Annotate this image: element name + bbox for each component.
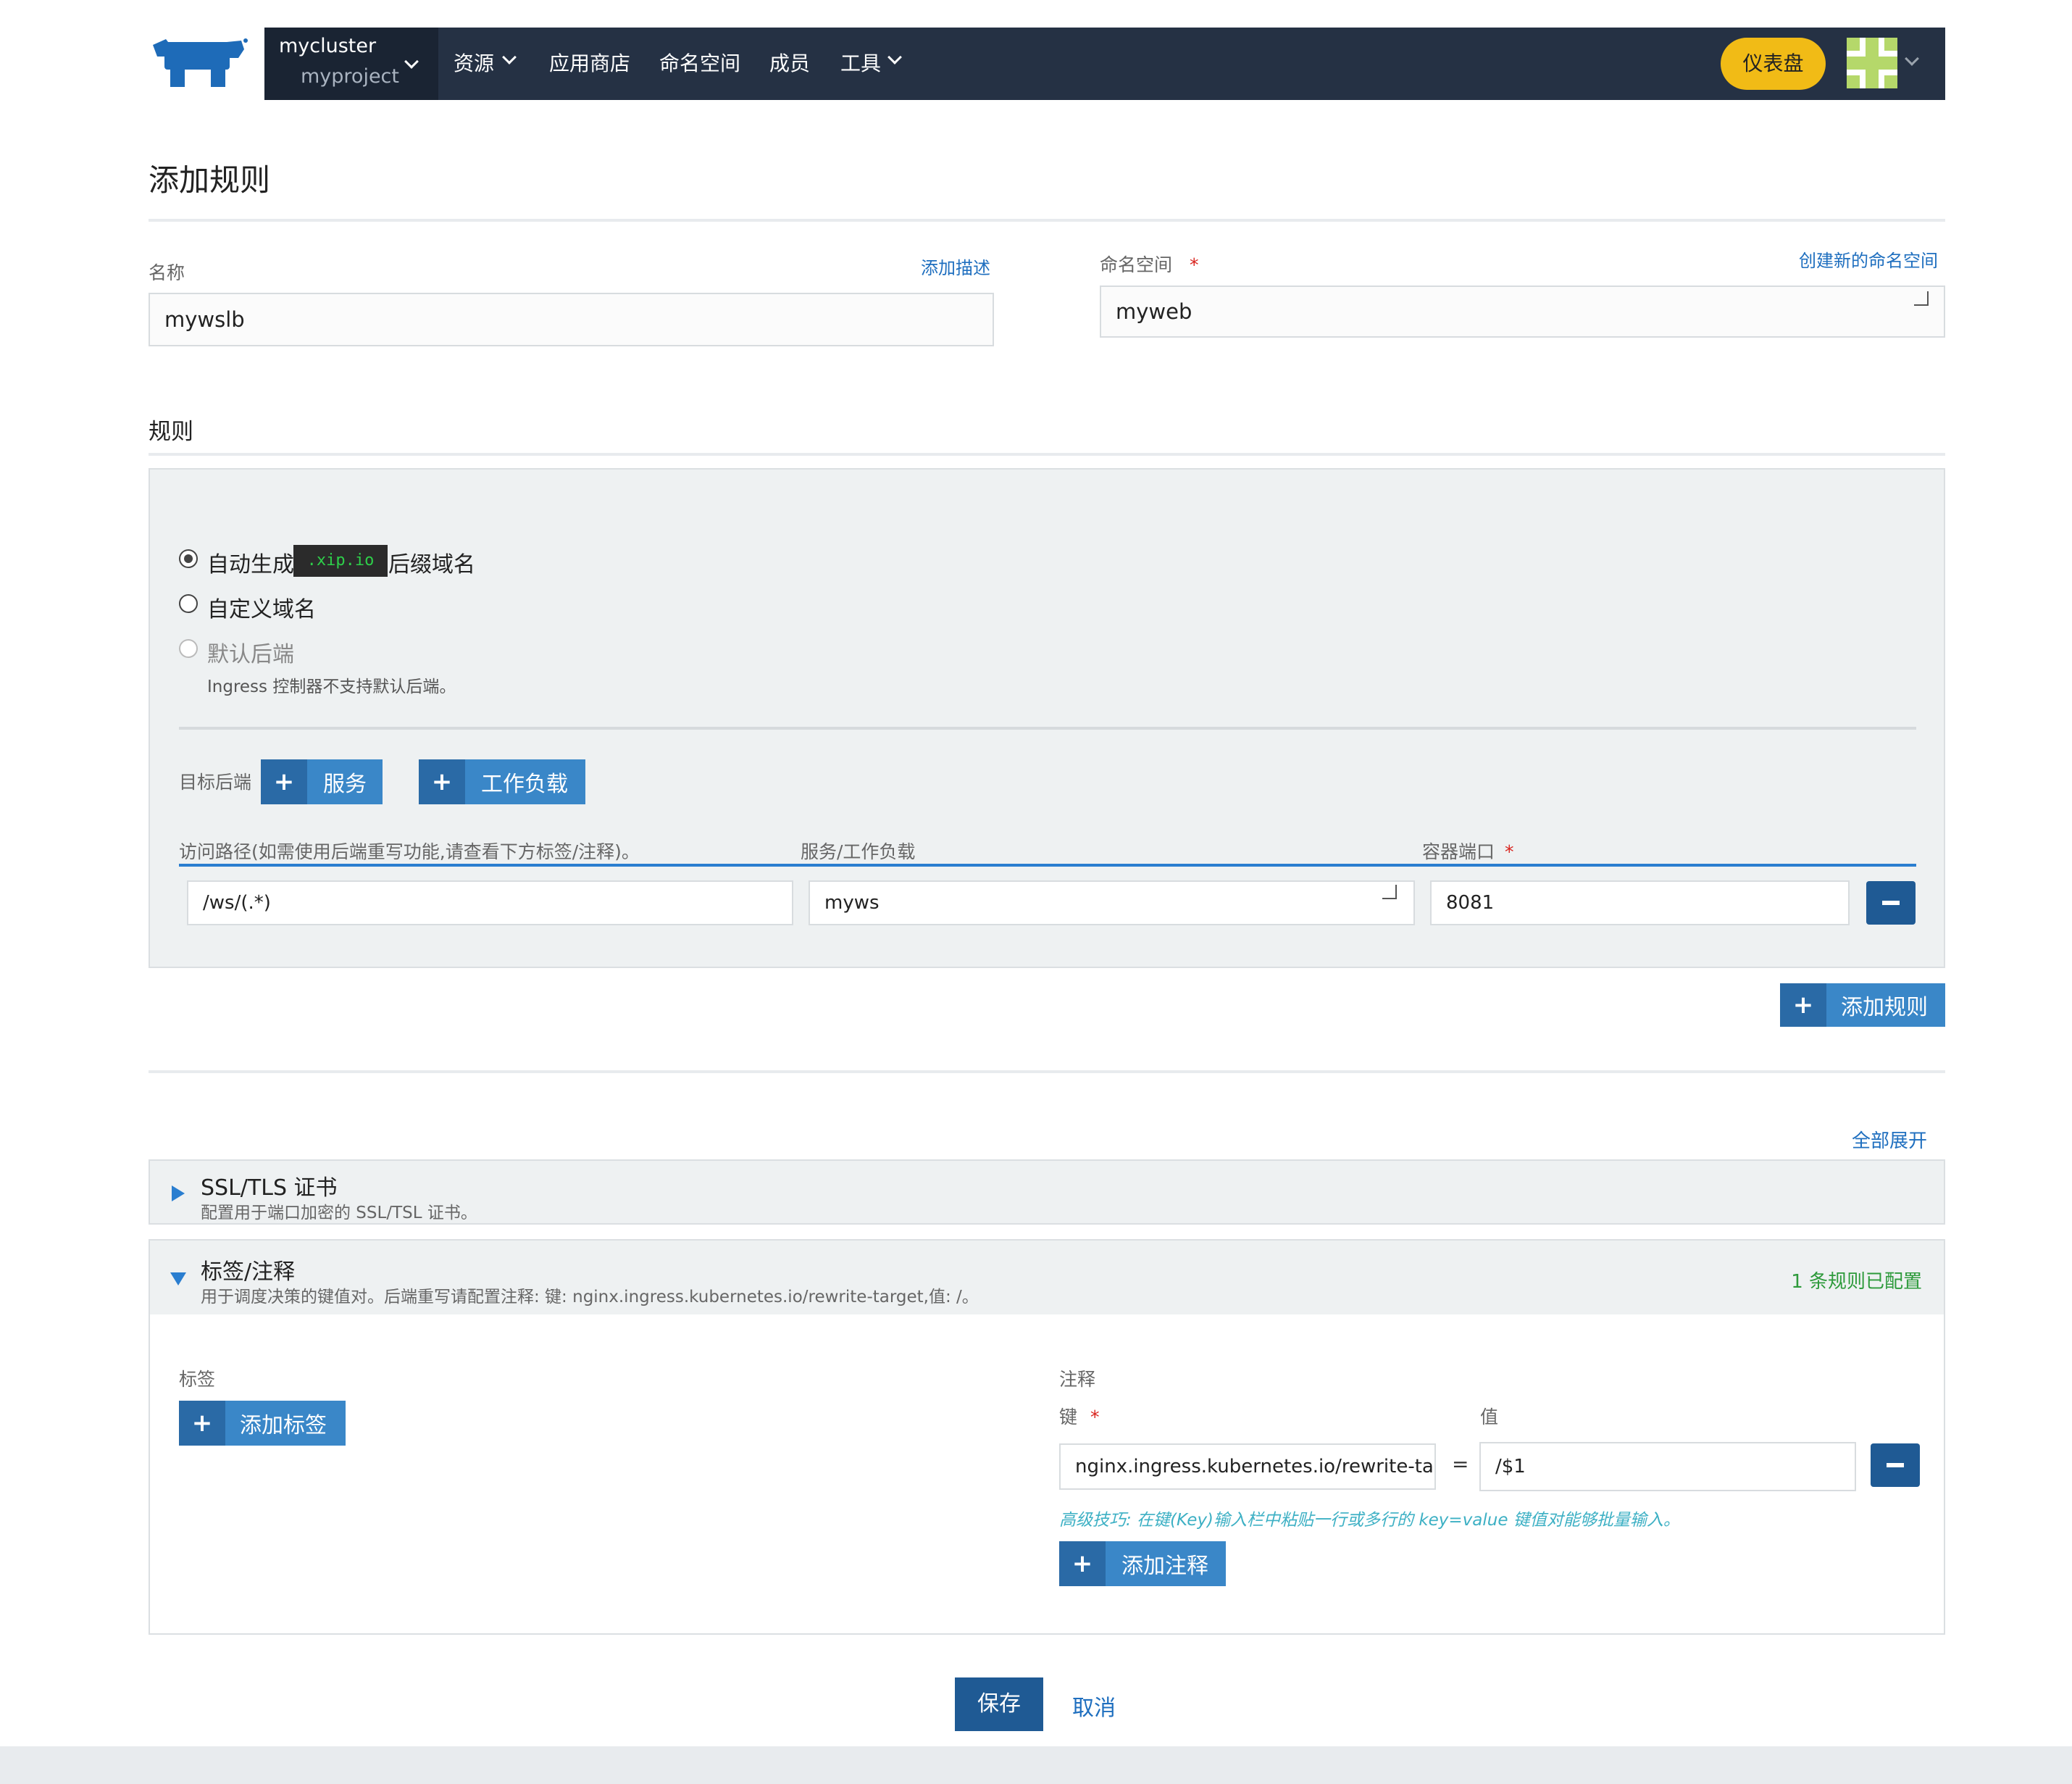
- radio-auto-label-prefix: 自动生成: [207, 552, 294, 578]
- save-button[interactable]: 保存: [955, 1677, 1043, 1731]
- plus-icon: +: [1780, 983, 1826, 1027]
- annotation-key-label: 键 *: [1059, 1403, 1099, 1429]
- nav-tools-label: 工具: [840, 51, 882, 75]
- add-label-text: 添加标签: [240, 1413, 327, 1438]
- default-backend-note: Ingress 控制器不支持默认后端。: [207, 678, 456, 696]
- columns-underline: [179, 864, 1916, 867]
- create-namespace-link[interactable]: 创建新的命名空间: [1799, 246, 1938, 272]
- nav-resources[interactable]: 资源: [454, 48, 517, 77]
- rule-inner-divider: [179, 727, 1916, 730]
- nav-namespaces[interactable]: 命名空间: [659, 48, 740, 77]
- cluster-name: mycluster: [279, 35, 377, 57]
- annotation-value-label: 值: [1480, 1406, 1499, 1427]
- ssl-title: SSL/TLS 证书: [201, 1175, 338, 1201]
- ssl-subtitle: 配置用于端口加密的 SSL/TSL 证书。: [201, 1204, 477, 1222]
- add-annotation-button[interactable]: + 添加注释: [1059, 1541, 1226, 1586]
- equals-sign: =: [1452, 1452, 1469, 1476]
- annotation-tip: 高级技巧: 在键(Key)输入栏中粘贴一行或多行的 key=value 键值对能…: [1059, 1511, 1680, 1530]
- service-select-value: myws: [824, 892, 880, 914]
- name-input-value: mywslb: [164, 307, 245, 332]
- remove-annotation-button[interactable]: [1871, 1443, 1920, 1487]
- rancher-logo-icon[interactable]: [149, 35, 250, 90]
- radio-auto-domain[interactable]: [179, 549, 198, 568]
- service-column-header: 服务/工作负载: [801, 841, 916, 862]
- annotation-value-input[interactable]: /$1: [1479, 1442, 1856, 1491]
- chevron-down-icon: [404, 54, 419, 69]
- plus-icon: +: [261, 759, 307, 804]
- nav-members[interactable]: 成员: [769, 48, 810, 77]
- nav-tools[interactable]: 工具: [840, 48, 902, 77]
- remove-path-button[interactable]: [1866, 881, 1916, 925]
- add-workload-button[interactable]: + 工作负载: [419, 759, 585, 804]
- nav-app-store[interactable]: 应用商店: [549, 48, 630, 77]
- add-service-button[interactable]: + 服务: [261, 759, 383, 804]
- rules-section-title: 规则: [149, 419, 193, 445]
- add-workload-label: 工作负载: [481, 772, 568, 797]
- namespace-label: 命名空间 *: [1100, 251, 1198, 277]
- plus-icon: +: [179, 1401, 225, 1446]
- namespace-select-value: myweb: [1116, 299, 1192, 324]
- name-label: 名称: [149, 262, 185, 283]
- expand-arrow-icon: [172, 1185, 185, 1201]
- labels-title: 标签/注释: [201, 1259, 296, 1285]
- project-name: myproject: [301, 65, 399, 88]
- ssl-accordion-header[interactable]: SSL/TLS 证书 配置用于端口加密的 SSL/TSL 证书。: [149, 1159, 1945, 1225]
- plus-icon: +: [1059, 1541, 1106, 1586]
- add-annotation-text: 添加注释: [1121, 1554, 1208, 1579]
- radio-custom-domain[interactable]: [179, 594, 198, 613]
- annotation-key-input[interactable]: nginx.ingress.kubernetes.io/rewrite-tar: [1059, 1443, 1436, 1490]
- labels-label: 标签: [179, 1369, 216, 1390]
- path-input-value: /ws/(.*): [203, 892, 271, 914]
- collapse-arrow-icon: [170, 1272, 186, 1285]
- add-description-link[interactable]: 添加描述: [921, 254, 990, 279]
- port-input-value: 8081: [1446, 892, 1495, 914]
- labels-subtitle: 用于调度决策的键值对。后端重写请配置注释: 键: nginx.ingress.k…: [201, 1288, 979, 1306]
- chevron-down-icon: [1914, 291, 1929, 306]
- avatar[interactable]: [1847, 38, 1897, 88]
- footer-bar: [0, 1746, 2072, 1784]
- title-divider: [149, 219, 1945, 222]
- radio-auto-label-suffix: 后缀域名: [388, 552, 475, 578]
- dashboard-button[interactable]: 仪表盘: [1721, 38, 1826, 90]
- path-input[interactable]: /ws/(.*): [187, 880, 793, 925]
- top-nav-bar: [264, 28, 1945, 100]
- rules-divider: [149, 453, 1945, 456]
- add-rule-button[interactable]: + 添加规则: [1780, 983, 1945, 1027]
- radio-custom-label: 自定义域名: [207, 597, 316, 622]
- section-divider: [149, 1070, 1945, 1073]
- namespace-select[interactable]: myweb: [1100, 285, 1945, 338]
- labels-accordion-header[interactable]: 标签/注释 用于调度决策的键值对。后端重写请配置注释: 键: nginx.ing…: [149, 1239, 1945, 1316]
- path-column-header: 访问路径(如需使用后端重写功能,请查看下方标签/注释)。: [179, 841, 640, 862]
- chevron-down-icon: [1382, 885, 1397, 899]
- radio-default-label: 默认后端: [207, 642, 294, 667]
- namespace-label-text: 命名空间: [1100, 254, 1173, 275]
- add-rule-label: 添加规则: [1841, 995, 1928, 1020]
- required-mark: *: [1504, 841, 1514, 862]
- annotation-key-label-text: 键: [1059, 1406, 1078, 1427]
- port-column-header-text: 容器端口: [1422, 841, 1495, 862]
- expand-all-link[interactable]: 全部展开: [1852, 1126, 1927, 1153]
- service-select[interactable]: myws: [809, 880, 1415, 925]
- cancel-button[interactable]: 取消: [1072, 1690, 1116, 1722]
- name-input[interactable]: mywslb: [149, 293, 994, 346]
- port-column-header: 容器端口 *: [1422, 838, 1513, 864]
- cluster-project-switcher[interactable]: mycluster myproject: [264, 28, 438, 100]
- required-mark: *: [1189, 254, 1199, 275]
- page-title: 添加规则: [149, 162, 271, 198]
- labels-status: 1 条规则已配置: [1791, 1271, 1922, 1293]
- required-mark: *: [1090, 1406, 1100, 1427]
- target-backend-label: 目标后端: [179, 772, 252, 793]
- xip-io-code: .xip.io: [293, 545, 388, 577]
- annotation-value-value: /$1: [1495, 1456, 1526, 1477]
- annotation-key-value: nginx.ingress.kubernetes.io/rewrite-tar: [1075, 1456, 1436, 1477]
- plus-icon: +: [419, 759, 465, 804]
- annotations-label: 注释: [1059, 1369, 1096, 1390]
- radio-default-backend: [179, 639, 198, 658]
- nav-resources-label: 资源: [454, 51, 495, 75]
- port-input[interactable]: 8081: [1430, 880, 1850, 925]
- add-label-button[interactable]: + 添加标签: [179, 1401, 346, 1446]
- add-service-label: 服务: [323, 772, 367, 797]
